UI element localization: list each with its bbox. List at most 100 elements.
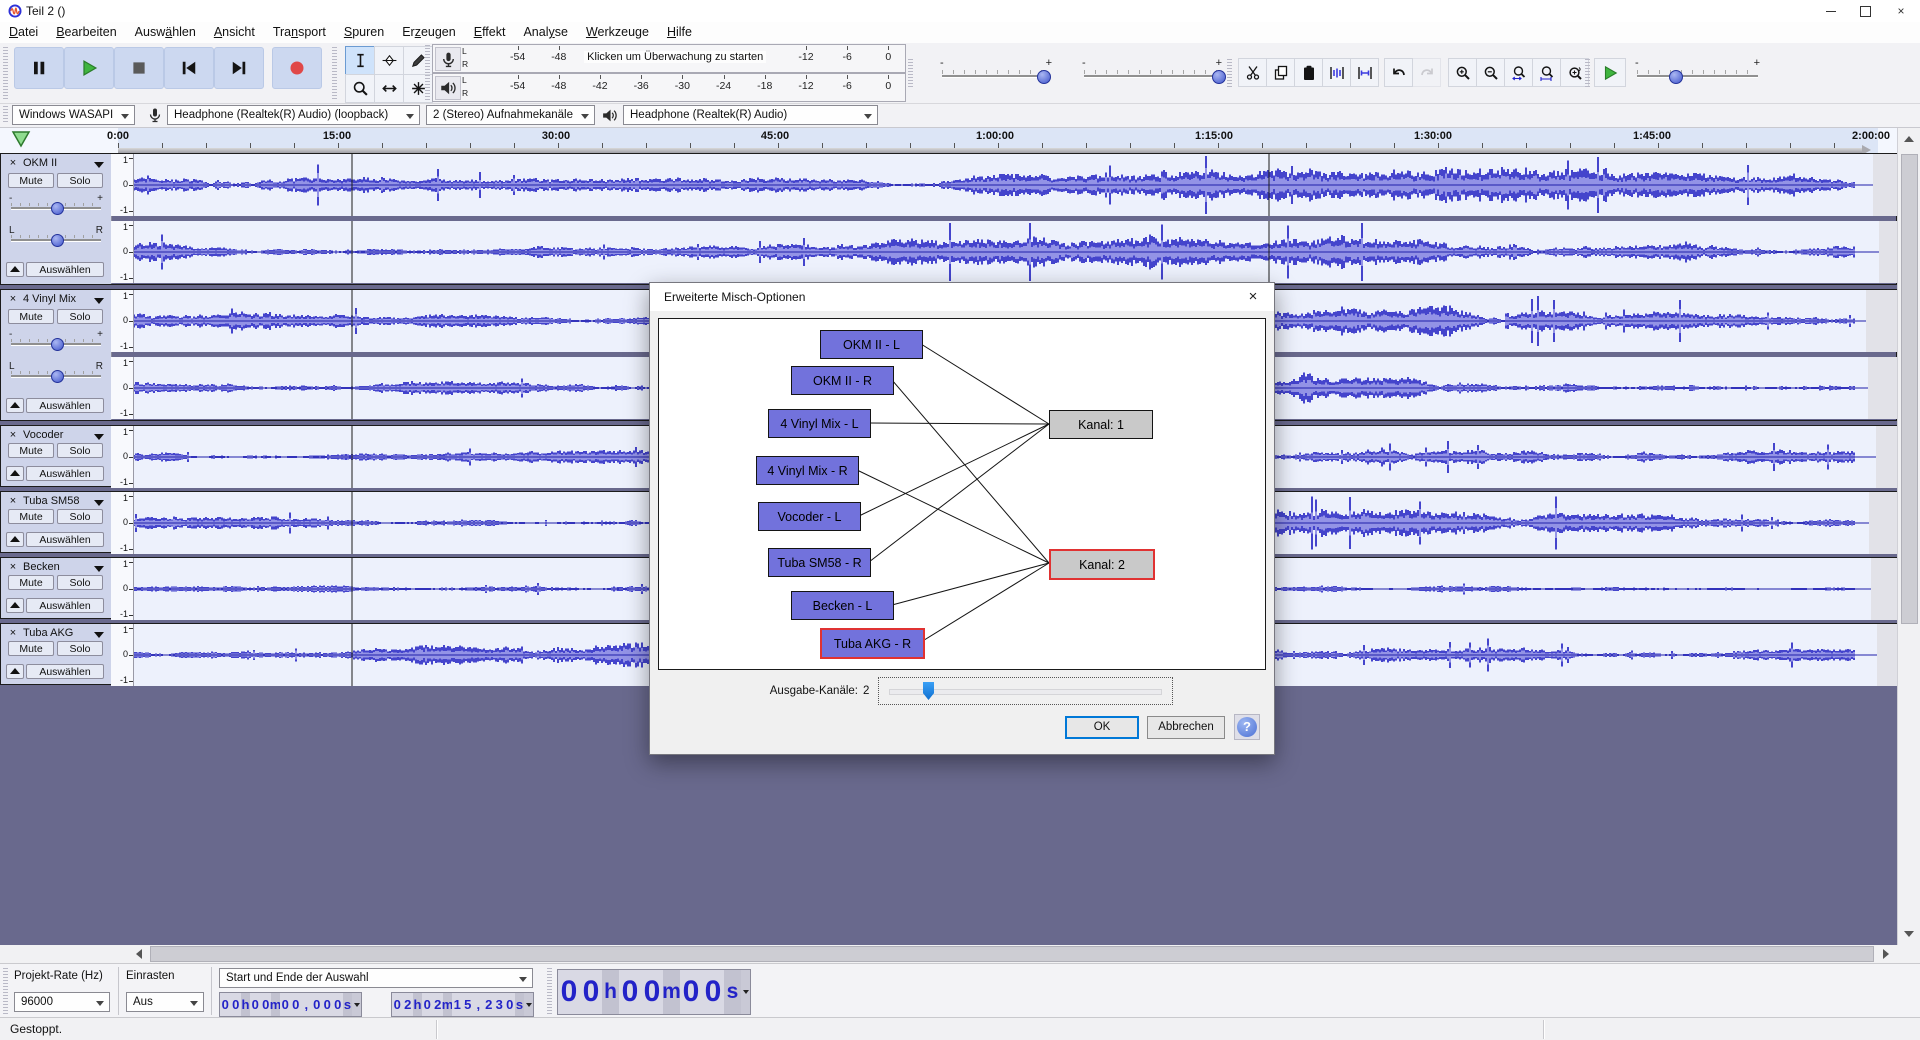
play-at-speed-button[interactable] [1594,58,1626,87]
gain-slider[interactable]: - + [9,193,103,216]
copy-button[interactable] [1266,58,1295,87]
pan-slider[interactable]: LR [9,361,103,384]
time-digit[interactable]: 0 [558,970,580,1014]
vertical-ruler[interactable]: 1 0 -1 [111,624,134,686]
mixer-source-okm-ii-r[interactable]: OKM II - R [791,366,894,395]
scroll-right-button[interactable] [1875,945,1897,963]
slider-thumb[interactable] [1037,70,1052,84]
menu-item-bearbeiten[interactable]: Bearbeiten [47,22,125,43]
track-close-icon[interactable]: × [6,561,20,575]
track-name[interactable]: Tuba SM58 [23,495,93,507]
trim-audio-button[interactable] [1322,58,1351,87]
selection-start-time[interactable]: 00h00m00,000s [219,992,362,1017]
ok-button[interactable]: OK [1065,716,1139,739]
project-rate-select[interactable]: 96000 [14,992,110,1012]
slider-thumb[interactable] [1669,70,1683,84]
time-unit[interactable]: s [724,970,741,1014]
slider-thumb[interactable] [51,370,64,383]
select-button[interactable]: Auswählen [26,398,104,413]
vertical-scroll-thumb[interactable] [1901,154,1918,624]
playback-volume-slider[interactable]: - + [1082,57,1226,87]
time-digit[interactable]: 0 [702,970,724,1014]
mixer-source-tuba-sm58-r[interactable]: Tuba SM58 - R [768,548,871,577]
track-close-icon[interactable]: × [6,495,20,509]
menu-item-analyse[interactable]: Analyse [514,22,576,43]
time-digit[interactable]: 0 [392,993,403,1016]
scroll-left-button[interactable] [128,945,150,963]
track-control-panel[interactable]: × Tuba SM58 Mute Solo Auswählen [1,492,112,552]
time-digit[interactable]: 0 [322,993,333,1016]
selection-mode-select[interactable]: Start und Ende der Auswahl [219,968,533,988]
minimize-button[interactable] [1814,0,1848,22]
toolbar-grip[interactable] [3,106,8,124]
track-close-icon[interactable]: × [6,429,20,443]
time-digit[interactable]: 0 [332,993,343,1016]
select-button[interactable]: Auswählen [26,262,104,277]
time-digit[interactable]: 0 [422,993,433,1016]
vertical-ruler[interactable]: 1 0 -1 [111,221,134,283]
collapse-button[interactable] [6,532,24,547]
playback-device-select[interactable]: Headphone (Realtek(R) Audio) [623,105,878,125]
monitor-message[interactable]: Klicken um Überwachung zu starten [584,51,767,63]
record-button[interactable] [272,47,322,89]
close-button[interactable]: × [1884,0,1918,22]
vertical-ruler[interactable]: 1 0 -1 [111,290,134,352]
mixer-source-becken-l[interactable]: Becken - L [791,591,894,620]
toolbar-grip[interactable] [547,968,552,1014]
vertical-ruler[interactable]: 1 0 -1 [111,558,134,620]
vertical-ruler[interactable]: 1 0 -1 [111,154,134,216]
dialog-title-bar[interactable]: Erweiterte Misch-Optionen × [650,283,1274,311]
menu-item-erzeugen[interactable]: Erzeugen [393,22,465,43]
skip-end-button[interactable] [214,47,264,89]
track-name[interactable]: Becken [23,561,93,573]
vertical-ruler[interactable]: 1 0 -1 [111,492,134,554]
solo-button[interactable]: Solo [57,309,103,324]
time-digit[interactable]: 0 [290,993,301,1016]
solo-button[interactable]: Solo [57,443,103,458]
audio-position-time[interactable]: 00h00m00s [557,969,751,1015]
maximize-button[interactable] [1848,0,1882,22]
track-close-icon[interactable]: × [6,293,20,307]
time-field-menu-arrow[interactable] [524,993,533,1016]
play-button[interactable] [64,47,114,89]
toolbar-grip[interactable] [3,47,8,99]
time-unit[interactable]: h [602,970,619,1014]
track-menu-chevron-icon[interactable] [94,566,104,572]
playback-meter[interactable]: L R -54 -48 -42 -36 -30 -24 -18 -12 -6 0 [432,73,906,102]
mixer-source-okm-ii-l[interactable]: OKM II - L [820,330,923,359]
track-control-panel[interactable]: × Tuba AKG Mute Solo Auswählen [1,624,112,684]
time-digit[interactable]: 0 [641,970,663,1014]
time-digit[interactable]: 0 [311,993,322,1016]
horizontal-scrollbar[interactable] [0,945,1920,963]
menu-item-auswählen[interactable]: Auswählen [126,22,205,43]
solo-button[interactable]: Solo [57,173,103,188]
cancel-button[interactable]: Abbrechen [1147,716,1225,739]
recording-channels-select[interactable]: 2 (Stereo) Aufnahmekanäle [426,105,595,125]
slider-thumb[interactable] [51,338,64,351]
waveform[interactable] [134,221,1898,283]
track-menu-chevron-icon[interactable] [94,162,104,168]
timeshift-tool-button[interactable] [374,74,404,103]
envelope-tool-button[interactable] [374,46,404,75]
time-field-menu-arrow[interactable] [741,970,750,1014]
slider-thumb[interactable] [51,202,64,215]
track-name[interactable]: OKM II [23,157,93,169]
skip-start-button[interactable] [164,47,214,89]
stop-button[interactable] [114,47,164,89]
mute-button[interactable]: Mute [8,443,54,458]
menu-item-datei[interactable]: Datei [0,22,47,43]
track-name[interactable]: Vocoder [23,429,93,441]
mixer-source-tuba-akg-r[interactable]: Tuba AKG - R [820,628,925,659]
time-field-menu-arrow[interactable] [352,993,361,1016]
recording-meter[interactable]: L R -54 -48 -12 -6 0 Klicken um Überwachung zu … [432,44,906,73]
track-name[interactable]: 4 Vinyl Mix [23,293,93,305]
time-unit[interactable]: m [662,970,681,1014]
snap-select[interactable]: Aus [126,992,204,1012]
time-digit[interactable]: 5 [462,993,473,1016]
waveform[interactable] [134,154,1898,216]
cut-button[interactable] [1238,58,1267,87]
menu-item-transport[interactable]: Transport [264,22,335,43]
time-digit[interactable]: 3 [494,993,505,1016]
vertical-ruler[interactable]: 1 0 -1 [111,426,134,488]
time-digit[interactable]: 0 [230,993,241,1016]
